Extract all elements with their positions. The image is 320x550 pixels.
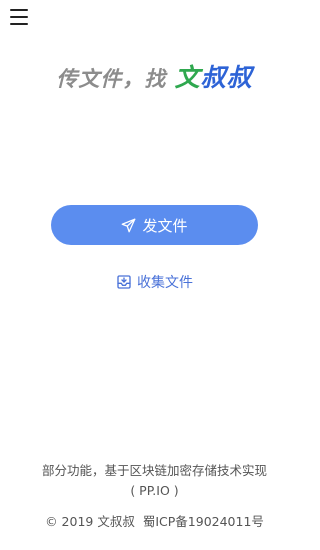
tagline: 传文件，找 文叔叔 — [0, 58, 309, 94]
paper-plane-icon — [122, 218, 136, 232]
brand-name-part2: 叔叔 — [200, 63, 253, 92]
collect-files-link[interactable]: 收集文件 — [0, 272, 309, 292]
copyright-text: © 2019 文叔叔 — [45, 514, 135, 529]
brand-name-part1: 文 — [174, 63, 201, 92]
send-file-label: 发文件 — [142, 216, 188, 235]
tagline-prefix: 传文件，找 — [56, 67, 167, 91]
footer-copyright: © 2019 文叔叔 蜀ICP备19024011号 — [0, 511, 309, 530]
inbox-tray-icon — [117, 275, 131, 289]
footer-note-line2: ( PP.IO ) — [130, 483, 179, 498]
collect-files-label: 收集文件 — [137, 275, 193, 291]
footer-note-line1: 部分功能，基于区块链加密存储技术实现 — [41, 463, 267, 478]
icp-license-link[interactable]: 蜀ICP备19024011号 — [143, 514, 264, 529]
hamburger-menu-icon[interactable] — [10, 9, 28, 25]
footer-note: 部分功能，基于区块链加密存储技术实现 ( PP.IO ) — [0, 461, 309, 501]
send-file-button[interactable]: 发文件 — [51, 205, 258, 245]
